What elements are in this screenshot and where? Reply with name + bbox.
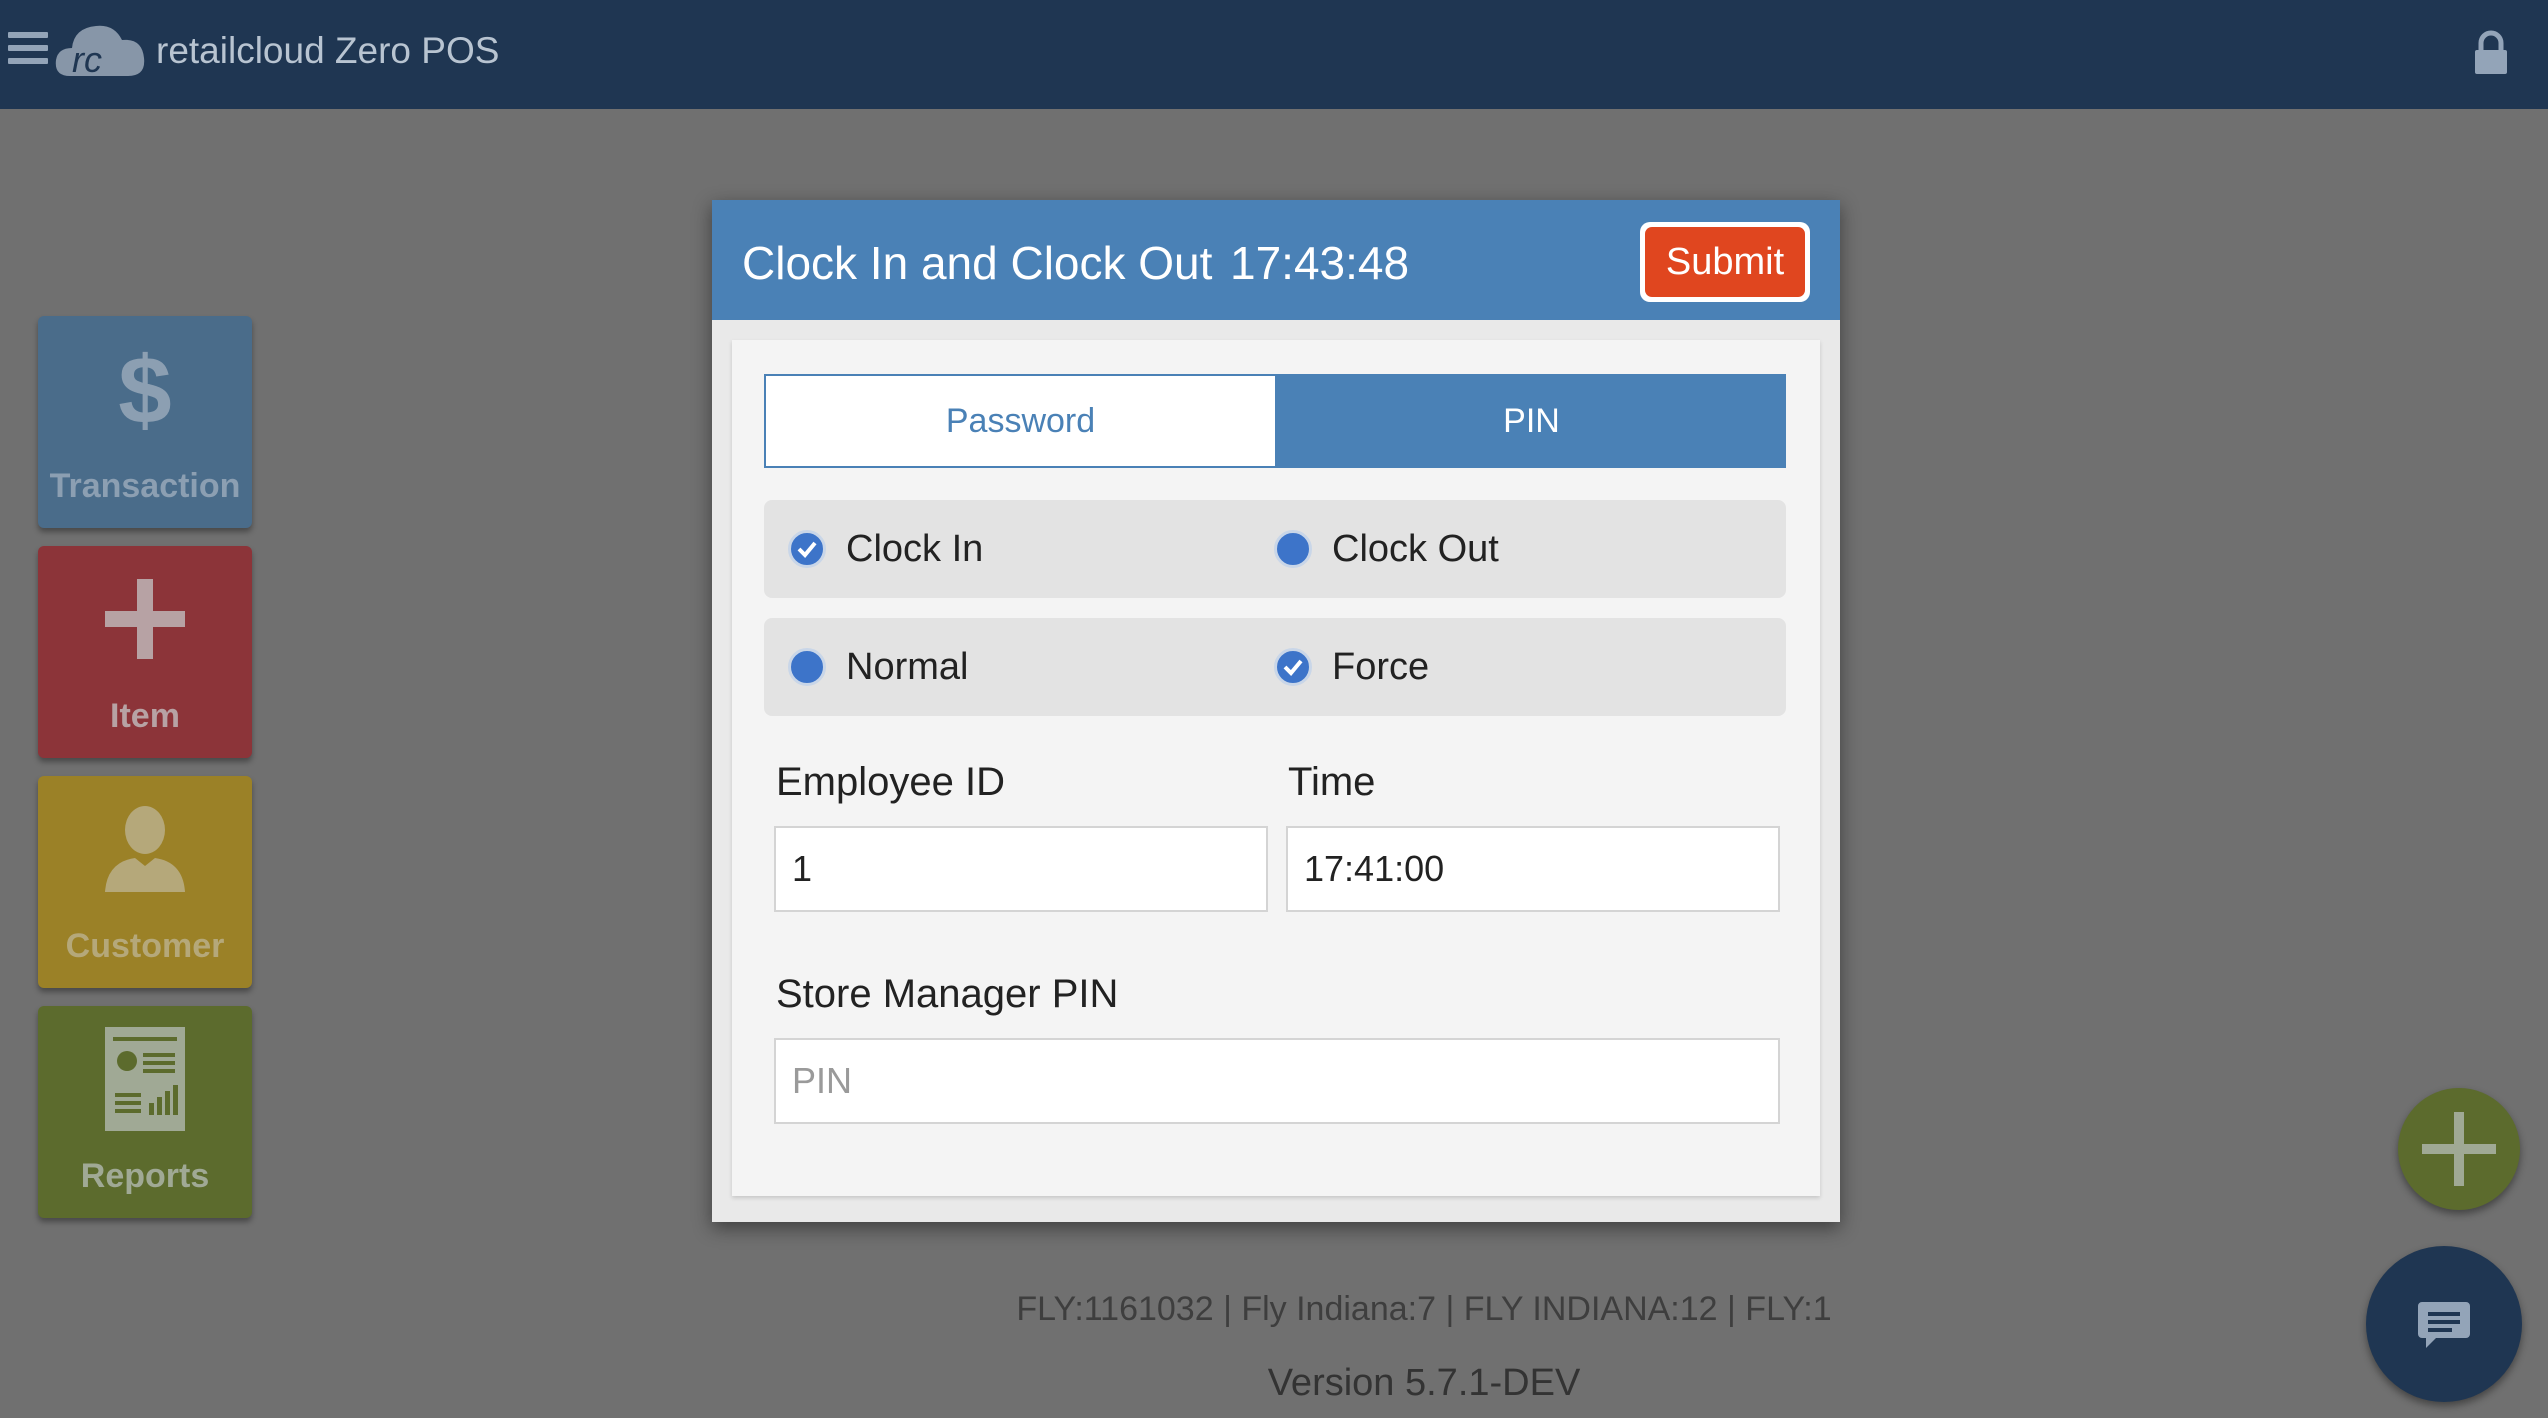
store-manager-pin-input[interactable]: PIN: [774, 1038, 1780, 1124]
reports-tile[interactable]: Reports: [38, 1006, 252, 1218]
submit-button-label: Submit: [1645, 227, 1805, 297]
unchecked-radio-icon[interactable]: [1274, 530, 1312, 568]
top-app-bar: rc retailcloud Zero POS: [0, 0, 2548, 109]
force-option[interactable]: Force: [1274, 618, 1429, 716]
tile-label-reports: Reports: [80, 1157, 210, 1195]
clock-in-label: Clock In: [846, 527, 984, 570]
svg-text:rc: rc: [72, 39, 102, 80]
plus-icon: [38, 564, 252, 674]
auth-tabs: Password PIN: [764, 374, 1786, 468]
store-manager-pin-label: Store Manager PIN: [776, 972, 1119, 1016]
unchecked-radio-icon[interactable]: [788, 648, 826, 686]
employee-id-input[interactable]: 1: [774, 826, 1268, 912]
add-fab-button[interactable]: [2398, 1088, 2520, 1210]
hamburger-menu-icon[interactable]: [8, 32, 48, 72]
checked-radio-icon[interactable]: [1274, 648, 1312, 686]
clock-type-group: Normal Force: [764, 618, 1786, 716]
clock-in-out-dialog: Clock In and Clock Out 17:43:48 Submit P…: [712, 200, 1840, 1222]
rc-cloud-logo: rc: [52, 14, 152, 84]
normal-label: Normal: [846, 645, 969, 688]
dollar-icon: $: [38, 334, 252, 444]
dialog-header: Clock In and Clock Out 17:43:48 Submit: [712, 200, 1840, 320]
clock-in-option[interactable]: Clock In: [788, 500, 983, 598]
time-input[interactable]: 17:41:00: [1286, 826, 1780, 912]
plus-icon: [2422, 1112, 2496, 1186]
force-label: Force: [1332, 645, 1430, 688]
dialog-title: Clock In and Clock Out: [742, 237, 1213, 289]
clock-out-option[interactable]: Clock Out: [1274, 500, 1499, 598]
lock-icon[interactable]: [2472, 30, 2510, 74]
tile-label-item: Item: [110, 697, 180, 735]
svg-text:$: $: [118, 339, 171, 439]
current-time: 17:43:48: [1230, 237, 1410, 289]
tile-label-customer: Customer: [65, 927, 225, 965]
tab-password[interactable]: Password: [764, 374, 1277, 468]
dialog-body: Password PIN Clock In Clock Out Normal F…: [732, 340, 1820, 1196]
version-label: Version 5.7.1-DEV: [1267, 1362, 1581, 1404]
tile-label-transaction: Transaction: [49, 467, 241, 505]
clock-out-label: Clock Out: [1332, 527, 1499, 570]
transaction-tile[interactable]: $ Transaction: [38, 316, 252, 528]
submit-button[interactable]: Submit: [1640, 222, 1810, 302]
normal-option[interactable]: Normal: [788, 618, 968, 716]
person-icon: [38, 794, 252, 904]
report-document-icon: [38, 1024, 252, 1134]
customer-tile[interactable]: Customer: [38, 776, 252, 988]
checked-radio-icon[interactable]: [788, 530, 826, 568]
chat-fab-button[interactable]: [2366, 1246, 2522, 1402]
item-tile[interactable]: Item: [38, 546, 252, 758]
app-title: retailcloud Zero POS: [156, 30, 500, 71]
tab-pin[interactable]: PIN: [1277, 374, 1786, 468]
employee-id-label: Employee ID: [776, 760, 1005, 804]
chat-bubble-icon: [2418, 1302, 2470, 1348]
clock-mode-group: Clock In Clock Out: [764, 500, 1786, 598]
time-label: Time: [1288, 760, 1376, 804]
store-info: FLY:1161032 | Fly Indiana:7 | FLY INDIAN…: [1016, 1290, 1832, 1328]
